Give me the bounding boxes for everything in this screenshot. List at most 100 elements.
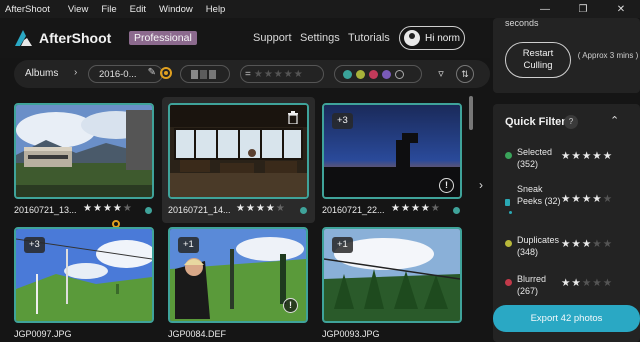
photo-card[interactable]: 20160721_13... ★★★★★ bbox=[14, 103, 154, 223]
star-icon[interactable]: ★ bbox=[264, 69, 273, 80]
star-icon[interactable]: ★ bbox=[256, 203, 266, 214]
quick-filter-blurred[interactable]: Blurred (267) ★★★★★ bbox=[505, 273, 635, 299]
menu-edit[interactable]: Edit bbox=[130, 4, 146, 15]
photo-card[interactable]: +1 ! JGP0084.DEF bbox=[168, 227, 308, 342]
user-menu-button[interactable]: Hi norm bbox=[399, 26, 465, 50]
star-icon[interactable]: ★ bbox=[246, 203, 256, 214]
grid-scrollbar[interactable] bbox=[469, 96, 473, 130]
star-icon[interactable]: ★ bbox=[603, 277, 613, 289]
star-icon[interactable]: ★ bbox=[561, 277, 571, 289]
star-icon[interactable]: ★ bbox=[276, 203, 286, 214]
info-icon[interactable]: ! bbox=[439, 178, 454, 193]
photo-card[interactable]: +1 JGP0093.JPG bbox=[322, 227, 462, 342]
quick-filter-selected[interactable]: Selected (352) ★★★★★ bbox=[505, 146, 635, 172]
menu-file[interactable]: File bbox=[101, 4, 116, 15]
star-icon[interactable]: ★ bbox=[411, 203, 421, 214]
menu-help[interactable]: Help bbox=[206, 4, 226, 15]
photo-thumbnail[interactable]: +3 bbox=[14, 227, 154, 323]
photo-thumbnail[interactable]: +1 bbox=[322, 227, 462, 323]
no-color-icon[interactable] bbox=[395, 69, 404, 79]
star-icon[interactable]: ★ bbox=[603, 193, 613, 205]
star-icon[interactable]: ★ bbox=[391, 203, 401, 214]
quick-filter-duplicates[interactable]: Duplicates (348) ★★★★★ bbox=[505, 234, 635, 260]
star-icon[interactable]: ★ bbox=[123, 203, 133, 214]
color-dot-teal[interactable] bbox=[343, 69, 352, 79]
star-icon[interactable]: ★ bbox=[592, 150, 602, 162]
star-icon[interactable]: ★ bbox=[274, 69, 283, 80]
menu-view[interactable]: View bbox=[68, 4, 88, 15]
star-icon[interactable]: ★ bbox=[561, 150, 571, 162]
color-dot-yellow[interactable] bbox=[356, 69, 365, 79]
target-icon[interactable] bbox=[160, 67, 172, 79]
restore-icon[interactable]: ❐ bbox=[564, 0, 602, 18]
star-icon[interactable]: ★ bbox=[113, 203, 123, 214]
blur-filter-pill[interactable] bbox=[180, 65, 230, 83]
star-icon[interactable]: ★ bbox=[582, 238, 592, 250]
star-icon[interactable]: ★ bbox=[421, 203, 431, 214]
star-icon[interactable]: ★ bbox=[294, 69, 303, 80]
minimize-icon[interactable]: — bbox=[526, 0, 564, 18]
export-button[interactable]: Export 42 photos bbox=[493, 305, 640, 332]
star-icon[interactable]: ★ bbox=[266, 203, 276, 214]
star-icon[interactable]: ★ bbox=[83, 203, 93, 214]
star-icon[interactable]: ★ bbox=[561, 193, 571, 205]
star-icon[interactable]: ★ bbox=[582, 277, 592, 289]
close-icon[interactable]: ✕ bbox=[602, 0, 640, 18]
photo-thumbnail[interactable]: +3 ! bbox=[322, 103, 462, 199]
stack-count-badge[interactable]: +3 bbox=[24, 237, 45, 253]
star-icon[interactable]: ★ bbox=[254, 69, 263, 80]
nav-tutorials[interactable]: Tutorials bbox=[348, 32, 390, 44]
star-icon[interactable]: ★ bbox=[571, 277, 581, 289]
color-label-dot[interactable] bbox=[300, 207, 307, 214]
edit-pencil-icon[interactable]: ✎ bbox=[148, 67, 156, 78]
star-icon[interactable]: ★ bbox=[582, 150, 592, 162]
menu-window[interactable]: Window bbox=[159, 4, 193, 15]
nav-support[interactable]: Support bbox=[253, 32, 292, 44]
photo-card[interactable]: 20160721_14... ★★★★★ bbox=[162, 97, 315, 223]
star-icon[interactable]: ★ bbox=[582, 193, 592, 205]
color-label-dot[interactable] bbox=[145, 207, 152, 214]
star-icon[interactable]: ★ bbox=[603, 238, 613, 250]
albums-link[interactable]: Albums bbox=[25, 68, 58, 79]
quick-filter-sneak-peeks[interactable]: Sneak Peeks (32) ★★★★★ bbox=[505, 183, 635, 219]
chevron-up-icon[interactable]: ⌃ bbox=[610, 114, 619, 127]
album-selector[interactable]: 2016-0... ✎ bbox=[88, 65, 163, 83]
stack-count-badge[interactable]: +3 bbox=[332, 113, 353, 129]
photo-thumbnail[interactable] bbox=[168, 103, 309, 199]
photo-thumbnail[interactable] bbox=[14, 103, 154, 199]
star-icon[interactable]: ★ bbox=[561, 238, 571, 250]
star-icon[interactable]: ★ bbox=[571, 193, 581, 205]
photo-rating[interactable]: ★★★★★ bbox=[391, 203, 441, 214]
photo-rating[interactable]: ★★★★★ bbox=[83, 203, 133, 214]
help-icon[interactable]: ? bbox=[564, 115, 578, 129]
color-dot-red[interactable] bbox=[369, 69, 378, 79]
stack-count-badge[interactable]: +1 bbox=[178, 237, 199, 253]
restart-culling-button[interactable]: Restart Culling bbox=[505, 42, 571, 78]
nav-settings[interactable]: Settings bbox=[300, 32, 340, 44]
star-icon[interactable]: ★ bbox=[571, 238, 581, 250]
trash-icon[interactable] bbox=[287, 111, 299, 124]
color-dot-purple[interactable] bbox=[382, 69, 391, 79]
photo-card[interactable]: +3 ! 20160721_22... ★★★★★ bbox=[322, 103, 462, 223]
sort-icon[interactable]: ⇅ bbox=[456, 65, 474, 83]
photo-thumbnail[interactable]: +1 ! bbox=[168, 227, 308, 323]
star-icon[interactable]: ★ bbox=[236, 203, 246, 214]
star-icon[interactable]: ★ bbox=[571, 150, 581, 162]
star-icon[interactable]: ★ bbox=[603, 150, 613, 162]
star-icon[interactable]: ★ bbox=[93, 203, 103, 214]
filter-funnel-icon[interactable]: ▿ bbox=[432, 65, 450, 83]
panel-toggle-chevron-icon[interactable]: › bbox=[479, 178, 483, 192]
star-icon[interactable]: ★ bbox=[592, 193, 602, 205]
star-filter-pill[interactable]: = ★ ★ ★ ★ ★ bbox=[240, 65, 324, 83]
photo-rating[interactable]: ★★★★★ bbox=[236, 203, 286, 214]
star-icon[interactable]: ★ bbox=[401, 203, 411, 214]
info-icon[interactable]: ! bbox=[283, 298, 298, 313]
star-icon[interactable]: ★ bbox=[431, 203, 441, 214]
star-icon[interactable]: ★ bbox=[592, 277, 602, 289]
star-icon[interactable]: ★ bbox=[103, 203, 113, 214]
color-label-dot[interactable] bbox=[453, 207, 460, 214]
stack-count-badge[interactable]: +1 bbox=[332, 237, 353, 253]
star-icon[interactable]: ★ bbox=[592, 238, 602, 250]
star-icon[interactable]: ★ bbox=[284, 69, 293, 80]
photo-card[interactable]: +3 JGP0097.JPG bbox=[14, 227, 154, 342]
